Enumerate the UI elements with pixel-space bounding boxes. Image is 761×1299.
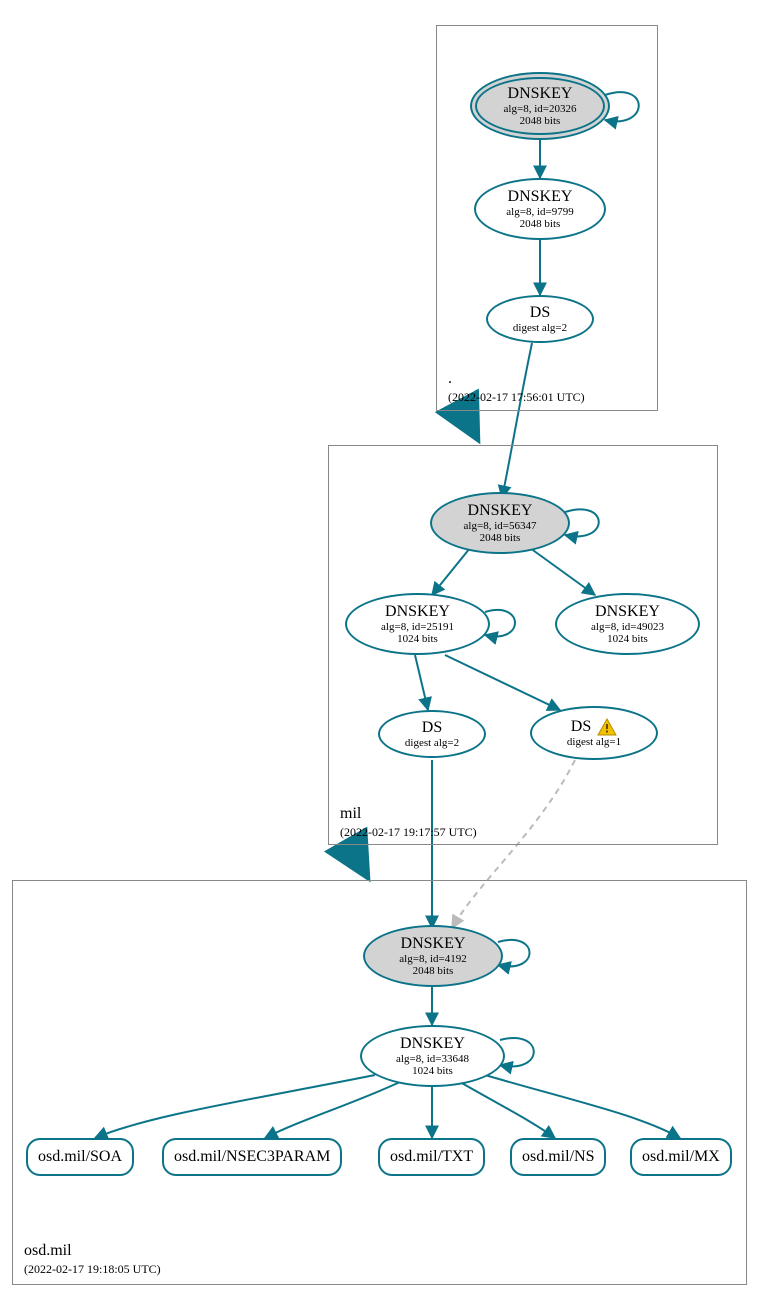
rr-soa: osd.mil/SOA — [26, 1138, 134, 1176]
node-mil-zsk1-sub1: alg=8, id=25191 — [381, 621, 454, 633]
zone-root-timestamp: (2022-02-17 17:56:01 UTC) — [448, 390, 585, 405]
node-root-ksk-sub1: alg=8, id=20326 — [504, 103, 577, 115]
node-osd-zsk-sub2: 1024 bits — [412, 1065, 453, 1077]
node-mil-zsk1-sub2: 1024 bits — [397, 633, 438, 645]
rr-txt: osd.mil/TXT — [378, 1138, 485, 1176]
warning-icon — [597, 718, 617, 736]
rr-mx: osd.mil/MX — [630, 1138, 732, 1176]
node-mil-ksk-sub2: 2048 bits — [480, 532, 521, 544]
node-mil-ds1-sub: digest alg=2 — [405, 737, 459, 749]
node-root-ds-sub: digest alg=2 — [513, 322, 567, 334]
node-mil-zsk2-title: DNSKEY — [595, 603, 660, 621]
node-osd-ksk: DNSKEY alg=8, id=4192 2048 bits — [363, 925, 503, 987]
node-root-zsk-sub2: 2048 bits — [520, 218, 561, 230]
node-osd-ksk-sub2: 2048 bits — [413, 965, 454, 977]
node-mil-ksk: DNSKEY alg=8, id=56347 2048 bits — [430, 492, 570, 554]
node-root-zsk: DNSKEY alg=8, id=9799 2048 bits — [474, 178, 606, 240]
node-root-ksk-sub2: 2048 bits — [520, 115, 561, 127]
node-mil-ds2-title: DS — [571, 718, 591, 736]
node-osd-ksk-sub1: alg=8, id=4192 — [399, 953, 466, 965]
node-mil-ds2-sub: digest alg=1 — [567, 736, 621, 748]
zone-osd-timestamp: (2022-02-17 19:18:05 UTC) — [24, 1262, 161, 1277]
node-mil-ksk-sub1: alg=8, id=56347 — [464, 520, 537, 532]
node-root-ksk: DNSKEY alg=8, id=20326 2048 bits — [470, 72, 610, 140]
node-mil-ds1-title: DS — [422, 719, 442, 737]
node-osd-zsk-title: DNSKEY — [400, 1035, 465, 1053]
node-mil-zsk2-sub1: alg=8, id=49023 — [591, 621, 664, 633]
node-root-ds: DS digest alg=2 — [486, 295, 594, 343]
node-root-ds-title: DS — [530, 304, 550, 322]
node-mil-ds2: DS digest alg=1 — [530, 706, 658, 760]
zone-mil-label: mil — [340, 805, 361, 823]
zone-osd-label: osd.mil — [24, 1242, 72, 1260]
node-osd-zsk: DNSKEY alg=8, id=33648 1024 bits — [360, 1025, 505, 1087]
node-root-zsk-sub1: alg=8, id=9799 — [506, 206, 573, 218]
node-mil-zsk1: DNSKEY alg=8, id=25191 1024 bits — [345, 593, 490, 655]
rr-ns: osd.mil/NS — [510, 1138, 606, 1176]
node-mil-zsk2-sub2: 1024 bits — [607, 633, 648, 645]
node-mil-zsk2: DNSKEY alg=8, id=49023 1024 bits — [555, 593, 700, 655]
node-mil-ds1: DS digest alg=2 — [378, 710, 486, 758]
node-mil-ksk-title: DNSKEY — [468, 502, 533, 520]
zone-mil-timestamp: (2022-02-17 19:17:57 UTC) — [340, 825, 477, 840]
node-root-zsk-title: DNSKEY — [508, 188, 573, 206]
node-osd-zsk-sub1: alg=8, id=33648 — [396, 1053, 469, 1065]
node-osd-ksk-title: DNSKEY — [401, 935, 466, 953]
rr-nsec3param: osd.mil/NSEC3PARAM — [162, 1138, 342, 1176]
node-root-ksk-title: DNSKEY — [508, 85, 573, 103]
zone-root-label: . — [448, 370, 452, 388]
node-mil-zsk1-title: DNSKEY — [385, 603, 450, 621]
